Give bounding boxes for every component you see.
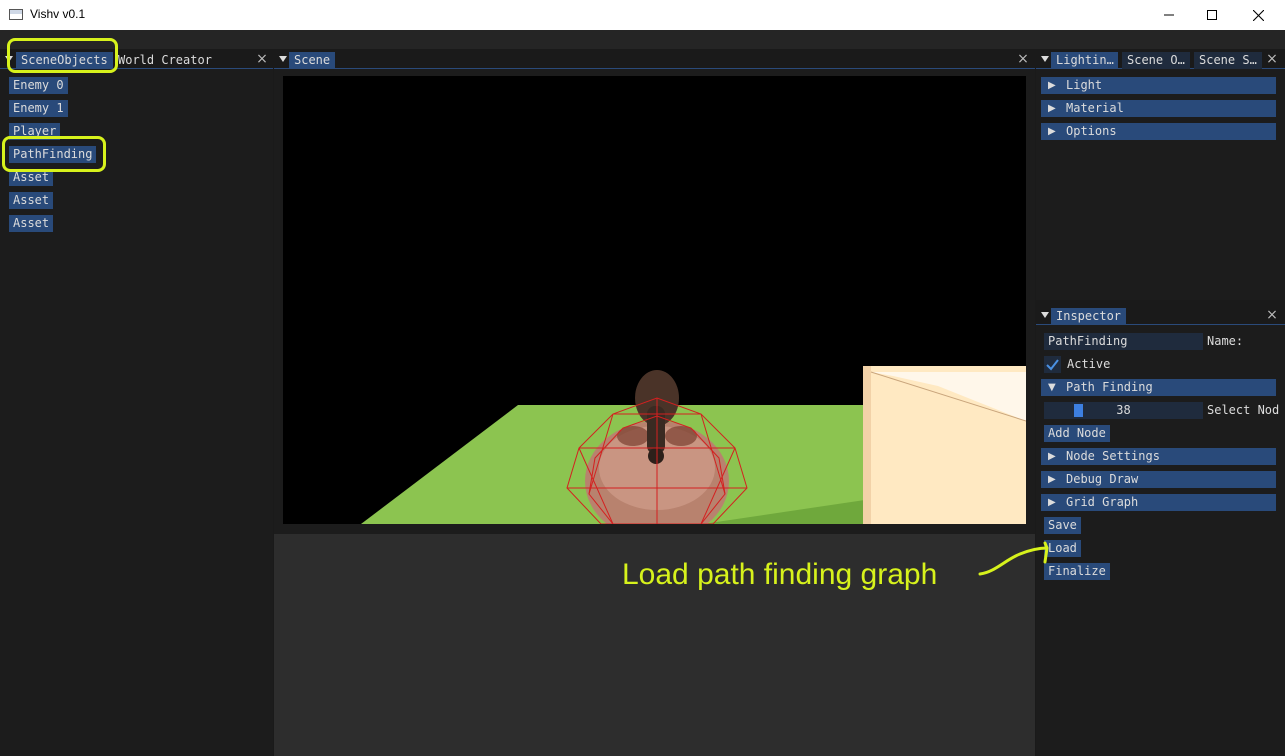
select-node-label: Select Nod (1207, 403, 1280, 417)
active-label: Active (1067, 357, 1111, 371)
tab-lighting[interactable]: Lightin… (1051, 52, 1118, 69)
section-label: Light (1066, 78, 1103, 92)
title-bar: Vishv v0.1 (0, 0, 1285, 30)
lighting-tabbar: Lightin… Scene O… Scene S… × (1036, 50, 1285, 69)
scene-viewport[interactable] (283, 76, 1026, 524)
app-icon (9, 9, 23, 20)
scene-object-enemy-0[interactable]: Enemy 0 (9, 77, 68, 94)
scene-object-asset-3[interactable]: Asset (9, 215, 54, 232)
expand-arrow-icon: ▶ (1048, 451, 1056, 462)
close-icon[interactable]: × (1265, 308, 1279, 322)
maximize-icon (1207, 10, 1217, 20)
tab-scene-objects[interactable]: Scene O… (1122, 52, 1190, 69)
tab-scene-settings[interactable]: Scene S… (1194, 52, 1262, 69)
panel-menu-icon[interactable] (1041, 56, 1049, 62)
annotation-text: Load path finding graph (622, 558, 938, 591)
section-debug-draw[interactable]: ▶ Debug Draw (1041, 471, 1276, 488)
close-icon (1252, 9, 1264, 21)
section-material[interactable]: ▶ Material (1041, 100, 1276, 117)
tab-scene[interactable]: Scene (289, 52, 336, 69)
minimize-icon (1164, 14, 1174, 16)
section-label: Grid Graph (1066, 495, 1139, 509)
active-checkbox[interactable] (1044, 356, 1061, 373)
collapse-arrow-icon: ▼ (1048, 382, 1056, 393)
select-node-slider[interactable]: 38 (1044, 402, 1203, 419)
highlight-pathfinding-item (2, 136, 106, 172)
highlight-sceneobjects-tab (7, 38, 118, 73)
expand-arrow-icon: ▶ (1048, 80, 1056, 91)
name-input[interactable]: PathFinding (1044, 333, 1203, 350)
section-node-settings[interactable]: ▶ Node Settings (1041, 448, 1276, 465)
section-path-finding[interactable]: ▼ Path Finding (1041, 379, 1276, 396)
section-label: Debug Draw (1066, 472, 1139, 486)
expand-arrow-icon: ▶ (1048, 474, 1056, 485)
section-label: Material (1066, 101, 1124, 115)
tab-inspector[interactable]: Inspector (1051, 308, 1127, 325)
scene-object-enemy-1[interactable]: Enemy 1 (9, 100, 68, 117)
section-light[interactable]: ▶ Light (1041, 77, 1276, 94)
name-label: Name: (1207, 334, 1244, 348)
section-grid-graph[interactable]: ▶ Grid Graph (1041, 494, 1276, 511)
section-label: Path Finding (1066, 380, 1153, 394)
add-node-button[interactable]: Add Node (1044, 425, 1110, 442)
section-label: Options (1066, 124, 1117, 138)
close-icon[interactable]: × (255, 52, 269, 66)
lighting-panel: Lightin… Scene O… Scene S… × ▶ Light ▶ M… (1036, 50, 1285, 300)
close-icon[interactable]: × (1016, 52, 1030, 66)
expand-arrow-icon: ▶ (1048, 103, 1056, 114)
minimize-button[interactable] (1146, 0, 1192, 30)
save-button[interactable]: Save (1044, 517, 1081, 534)
tab-world-creator[interactable]: World Creator (113, 52, 217, 69)
section-label: Node Settings (1066, 449, 1160, 463)
inspector-tabbar: Inspector × (1036, 306, 1285, 325)
slider-value: 38 (1116, 403, 1131, 417)
panel-menu-icon[interactable] (279, 56, 287, 62)
scene-render (283, 76, 1026, 524)
annotation-arrow (978, 541, 1049, 576)
expand-arrow-icon: ▶ (1048, 497, 1056, 508)
close-icon[interactable]: × (1265, 52, 1279, 66)
scene-tabbar: Scene × (274, 50, 1035, 69)
checkmark-icon (1046, 359, 1059, 371)
section-options[interactable]: ▶ Options (1041, 123, 1276, 140)
window-title: Vishv v0.1 (30, 7, 86, 21)
panel-menu-icon[interactable] (1041, 312, 1049, 318)
inspector-panel: Inspector × PathFinding Name: Active ▼ P… (1036, 306, 1285, 756)
maximize-button[interactable] (1189, 0, 1235, 30)
expand-arrow-icon: ▶ (1048, 126, 1056, 137)
close-window-button[interactable] (1235, 0, 1281, 30)
menu-bar (0, 30, 1285, 49)
scene-object-asset-2[interactable]: Asset (9, 192, 54, 209)
